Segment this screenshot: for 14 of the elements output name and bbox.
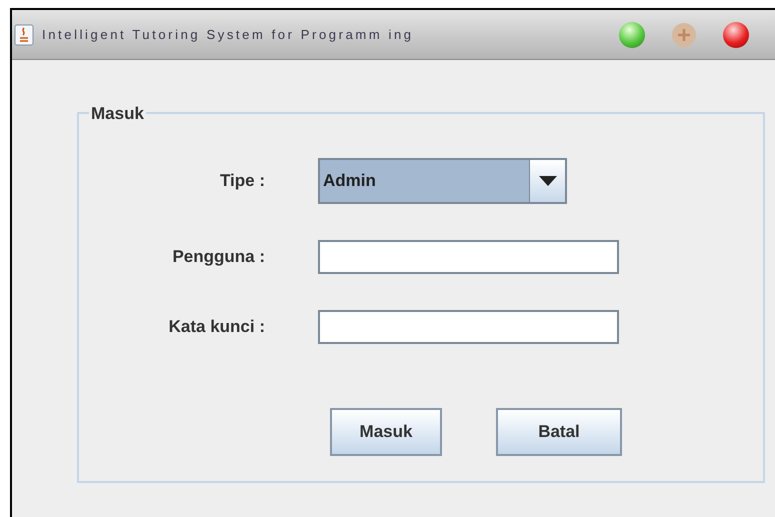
input-field[interactable]	[318, 310, 619, 344]
input-field[interactable]	[318, 240, 619, 274]
app-icon	[14, 24, 34, 46]
field-label: Kata kunci :	[168, 316, 265, 338]
minimize-button[interactable]	[671, 22, 697, 48]
maximize-button[interactable]	[619, 22, 645, 48]
dialog-button[interactable]: Batal	[496, 408, 622, 456]
dialog-button[interactable]: Masuk	[330, 408, 442, 456]
caret-icon	[538, 176, 556, 186]
field-label: Tipe :	[218, 170, 265, 192]
type-dropdown[interactable]: Admin	[318, 158, 567, 204]
close-button[interactable]	[723, 22, 749, 48]
field-label: Pengguna :	[171, 246, 265, 268]
window-title: Intelligent Tutoring System for Programm ing	[42, 26, 414, 44]
